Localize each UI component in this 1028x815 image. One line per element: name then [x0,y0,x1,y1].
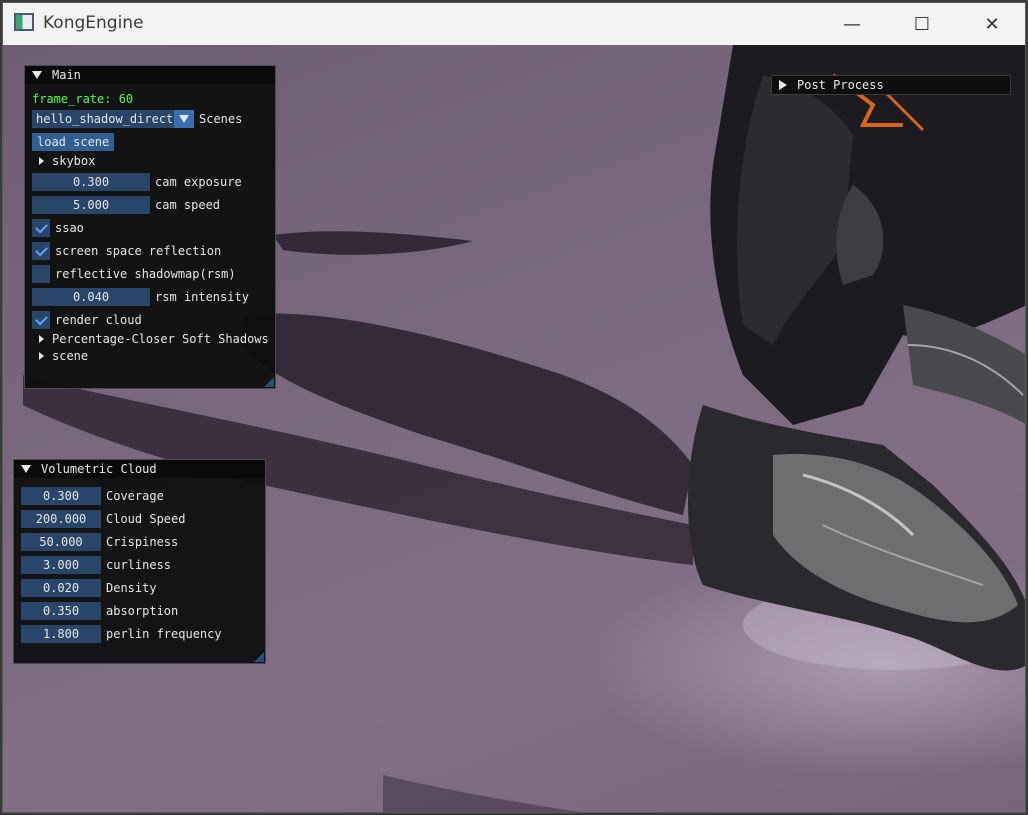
scene-combo-label: Scenes [199,112,243,126]
scene-combo-value: hello_shadow_directi [36,112,174,126]
collapse-right-icon [779,80,787,90]
cloud-panel-header[interactable]: Volumetric Cloud [14,460,265,478]
render-cloud-label: render cloud [55,313,142,327]
check-icon [34,220,48,233]
post-process-header[interactable]: Post Process [772,76,1010,94]
cloud-speed-field[interactable]: 200.000 [21,510,101,528]
main-panel-title: Main [52,68,81,82]
absorption-label: absorption [106,604,179,618]
curliness-field[interactable]: 3.000 [21,556,101,574]
cam-speed-label: cam speed [155,198,221,212]
close-button[interactable]: ✕ [957,3,1025,45]
frame-rate-text: frame_rate: 60 [32,92,134,106]
pcss-label: Percentage-Closer Soft Shadows [52,332,269,346]
rsm-label: reflective shadowmap(rsm) [55,267,236,281]
ssr-label: screen space reflection [55,244,222,258]
cloud-panel-title: Volumetric Cloud [41,462,157,476]
tree-arrow-icon [39,352,44,360]
check-icon [34,243,48,256]
cloud-speed-label: Cloud Speed [106,512,186,526]
absorption-field[interactable]: 0.350 [21,602,101,620]
rsm-checkbox[interactable] [32,265,50,283]
combo-arrow-icon[interactable] [174,110,194,128]
main-panel: Main frame_rate: 60 hello_shadow_directi… [24,65,276,389]
scene-label: scene [52,349,89,363]
cam-exposure-label: cam exposure [155,175,242,189]
character-legs [688,45,1025,671]
ssao-checkbox[interactable] [32,219,50,237]
volumetric-cloud-panel: Volumetric Cloud 0.300 Coverage 200.000 … [13,459,266,664]
post-process-title: Post Process [797,78,884,92]
crispiness-field[interactable]: 50.000 [21,533,101,551]
perlin-frequency-field[interactable]: 1.800 [21,625,101,643]
tree-arrow-icon [39,335,44,343]
collapse-down-icon [32,71,42,79]
curliness-label: curliness [106,558,172,572]
render-viewport[interactable]: Post Process Main frame_rate: 60 hello_s… [3,45,1025,812]
scene-combo[interactable]: hello_shadow_directi [32,110,194,128]
collapse-down-icon [21,465,31,473]
scene-tree-node[interactable]: scene [39,349,88,363]
render-cloud-checkbox[interactable] [32,311,50,329]
density-field[interactable]: 0.020 [21,579,101,597]
window-title: KongEngine [43,13,144,33]
resize-grip[interactable] [254,652,264,662]
resize-grip[interactable] [264,377,274,387]
ssr-checkbox[interactable] [32,242,50,260]
coverage-label: Coverage [106,489,164,503]
rsm-intensity-label: rsm intensity [155,290,249,304]
minimize-button[interactable]: — [817,3,887,45]
app-icon [14,13,34,31]
cam-speed-field[interactable]: 5.000 [32,196,150,214]
skybox-label: skybox [52,154,96,168]
post-process-panel[interactable]: Post Process [771,75,1011,95]
coverage-field[interactable]: 0.300 [21,487,101,505]
main-panel-header[interactable]: Main [25,66,275,84]
cam-exposure-field[interactable]: 0.300 [32,173,150,191]
density-label: Density [106,581,157,595]
maximize-button[interactable]: ☐ [887,3,957,45]
title-bar[interactable]: KongEngine — ☐ ✕ [3,3,1025,45]
crispiness-label: Crispiness [106,535,179,549]
tree-arrow-icon [39,157,44,165]
pcss-tree-node[interactable]: Percentage-Closer Soft Shadows [39,332,269,346]
load-scene-button[interactable]: load scene [32,133,115,151]
rsm-intensity-field[interactable]: 0.040 [32,288,150,306]
skybox-tree-node[interactable]: skybox [39,154,95,168]
ssao-label: ssao [55,221,84,235]
perlin-frequency-label: perlin frequency [106,627,222,641]
app-window: KongEngine — ☐ ✕ Post Process Main frame… [2,2,1026,813]
check-icon [34,312,48,325]
